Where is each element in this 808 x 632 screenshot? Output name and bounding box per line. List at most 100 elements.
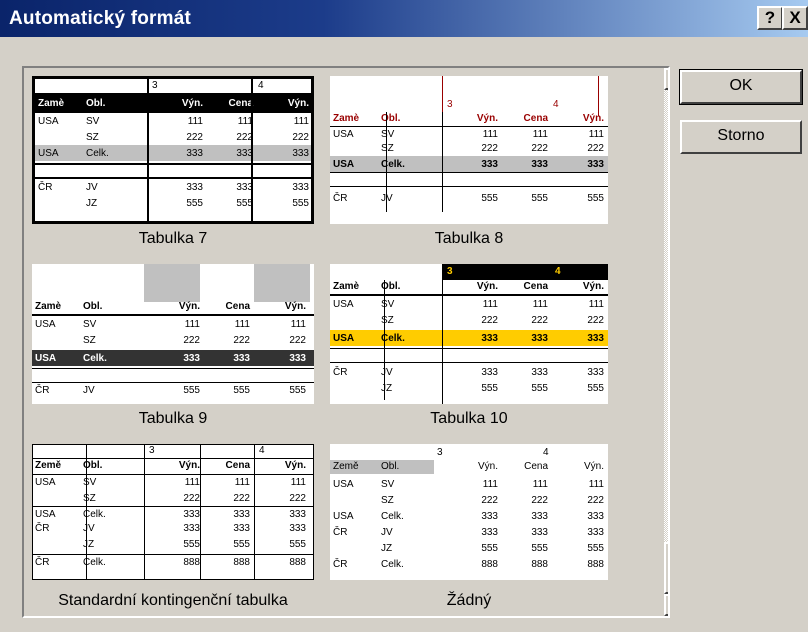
table-cell: 333: [236, 148, 253, 159]
table-cell: 333: [531, 527, 548, 538]
table-cell: 333: [531, 367, 548, 378]
title-bar: Automatický formát ? X: [0, 0, 808, 38]
table-cell: 333: [587, 511, 604, 522]
table-cell: 555: [289, 539, 306, 550]
format-preview-tabulka-10[interactable]: 3 4 Zamè Obl. Výn. Cena Výn. USA SV 111 111 111 SZ 22…: [330, 264, 608, 404]
table-cell: 333: [587, 527, 604, 538]
table-cell: 555: [531, 543, 548, 554]
table-cell: 333: [587, 367, 604, 378]
table-cell: 222: [236, 132, 253, 143]
table-cell: 222: [289, 493, 306, 504]
table-cell: SZ: [381, 315, 394, 326]
format-preview-tabulka-8[interactable]: 3 4 Zamè Obl. Výn. Cena Výn. USA SV 111 111 111 SZ 22…: [330, 76, 608, 224]
table-cell: 555: [292, 198, 309, 209]
grid-line: [32, 579, 314, 580]
table-cell: 222: [183, 493, 200, 504]
table-cell: 333: [292, 182, 309, 193]
table-cell: 111: [184, 319, 200, 330]
table-cell: Celk.: [381, 559, 404, 570]
grid-line: [32, 444, 314, 445]
table-cell: 111: [588, 299, 604, 310]
close-button[interactable]: X: [782, 6, 808, 30]
table-cell: ČR: [333, 527, 348, 538]
table-cell: 333: [233, 353, 250, 364]
header-shade: [254, 264, 310, 302]
table-cell: 333: [481, 511, 498, 522]
help-button[interactable]: ?: [757, 6, 783, 30]
table-cell: 222: [587, 495, 604, 506]
table-cell: JZ: [86, 198, 98, 209]
table-cell: 555: [531, 193, 548, 204]
table-cell: Obl.: [381, 461, 400, 472]
grid-line: [200, 444, 201, 580]
table-cell: USA: [38, 148, 59, 159]
scrollbar-track[interactable]: [664, 90, 668, 594]
scroll-down-button[interactable]: ▼: [664, 594, 668, 616]
cancel-button[interactable]: Storno: [680, 120, 802, 154]
table-cell: 555: [587, 383, 604, 394]
table-cell: JV: [381, 527, 393, 538]
table-cell: SZ: [83, 493, 96, 504]
table-cell: 333: [233, 523, 250, 534]
table-cell: 3: [447, 99, 453, 110]
table-cell: Výn.: [582, 113, 604, 124]
table-cell: USA: [35, 477, 56, 488]
table-cell: 888: [289, 557, 306, 568]
table-cell: 4: [255, 79, 305, 93]
table-cell: SV: [83, 319, 97, 330]
table-cell: Cena: [524, 461, 548, 472]
table-cell: 333: [587, 333, 604, 344]
table-cell: Výn.: [181, 98, 203, 109]
table-cell: 333: [531, 333, 548, 344]
table-cell: 555: [233, 385, 250, 396]
table-cell: 333: [292, 148, 309, 159]
table-cell: 111: [237, 116, 253, 127]
scroll-up-button[interactable]: ▲: [664, 68, 668, 90]
format-preview-tabulka-7[interactable]: 3 4 Zamè Obl. Výn. Cena Výn. USA SV 111 111 111 SZ 22…: [32, 76, 314, 224]
scrollbar-thumb[interactable]: [664, 542, 668, 594]
table-cell: ČR: [35, 523, 50, 534]
table-cell: 4: [553, 99, 559, 110]
table-cell: Zamè: [333, 281, 360, 292]
table-cell: ČR: [35, 385, 50, 396]
table-cell: 111: [184, 477, 200, 488]
grid-line: [147, 79, 149, 221]
table-cell: Cena: [523, 113, 548, 124]
table-cell: 111: [588, 479, 604, 490]
table-cell: USA: [38, 116, 59, 127]
grid-line: [330, 186, 608, 187]
table-cell: Celk.: [83, 557, 106, 568]
table-cell: 222: [233, 335, 250, 346]
vertical-scrollbar[interactable]: ▲ ▼: [664, 68, 668, 616]
format-preview-none[interactable]: 3 4 Země Obl. Výn. Cena Výn. USA SV 111 111 111 SZ 22…: [330, 444, 608, 580]
grid-line: [32, 554, 314, 555]
table-cell: 333: [289, 509, 306, 520]
format-gallery: 3 4 Zamè Obl. Výn. Cena Výn. USA SV 111 111 111 SZ 22…: [22, 66, 670, 618]
grid-line: [254, 444, 255, 580]
format-preview-standard[interactable]: 3 4 Země Obl. Výn. Cena Výn. USA SV 111 111 111 SZ 22…: [32, 444, 314, 580]
table-cell: 555: [183, 539, 200, 550]
table-cell: 555: [531, 383, 548, 394]
table-cell: USA: [333, 129, 354, 140]
table-cell: SV: [381, 129, 395, 140]
table-cell: Celk.: [381, 333, 405, 344]
format-caption: Tabulka 9: [138, 410, 208, 427]
table-cell: 111: [234, 477, 250, 488]
table-cell: 3: [149, 445, 155, 456]
grid-line: [32, 444, 33, 580]
table-cell: 111: [290, 319, 306, 330]
ok-button[interactable]: OK: [679, 69, 803, 105]
table-cell: SV: [83, 477, 97, 488]
table-cell: Výn.: [476, 281, 498, 292]
table-cell: 333: [186, 182, 203, 193]
table-cell: 555: [183, 385, 200, 396]
table-cell: 111: [532, 299, 548, 310]
table-cell: 111: [293, 116, 309, 127]
table-cell: 333: [233, 509, 250, 520]
table-cell: 333: [236, 182, 253, 193]
table-cell: 3: [149, 79, 251, 93]
format-preview-tabulka-9[interactable]: Zamè Obl. Výn. Cena Výn. USA SV 111 111 111 SZ 222 2…: [32, 264, 314, 404]
format-caption: Žádný: [446, 592, 492, 609]
table-cell: Cena: [523, 281, 548, 292]
table-cell: Zamè: [38, 98, 65, 109]
